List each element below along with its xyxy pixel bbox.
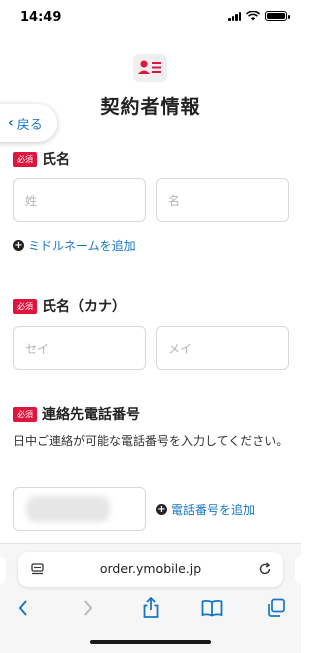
first-name-kana-field[interactable]: メイ — [156, 326, 289, 370]
battery-icon — [265, 11, 290, 21]
tabs-icon[interactable] — [264, 596, 288, 620]
reload-icon[interactable] — [258, 562, 272, 576]
address-bar[interactable]: order.ymobile.jp — [18, 552, 283, 587]
first-name-field[interactable]: 名 — [156, 178, 289, 222]
back-button-label: 戻る — [16, 117, 43, 133]
status-time: 14:49 — [20, 10, 62, 25]
last-name-kana-placeholder: セイ — [25, 341, 50, 356]
bookmarks-icon[interactable] — [200, 596, 224, 620]
previous-tab-edge[interactable] — [0, 556, 6, 584]
status-bar: 14:49 — [0, 0, 301, 34]
chevron-left-icon: ‹ — [8, 115, 14, 131]
last-name-kana-field[interactable]: セイ — [13, 326, 146, 370]
name-label-row: 必須 氏名 — [13, 149, 70, 169]
back-button[interactable]: ‹ 戻る — [0, 104, 57, 142]
phone-label-row: 必須 連絡先電話番号 — [13, 404, 140, 424]
chevron-left-icon[interactable] — [11, 596, 35, 620]
share-icon[interactable] — [139, 596, 163, 620]
blurred-phone-value — [26, 496, 110, 522]
home-indicator — [90, 640, 211, 644]
add-middle-name-label: ミドルネームを追加 — [28, 239, 136, 253]
first-name-placeholder: 名 — [168, 193, 181, 208]
wifi-icon — [246, 11, 260, 21]
contract-person-icon — [133, 54, 167, 82]
last-name-placeholder: 姓 — [25, 193, 38, 208]
add-phone-link[interactable]: + 電話番号を追加 — [156, 501, 255, 518]
status-icons — [228, 11, 290, 21]
phone-label: 連絡先電話番号 — [42, 407, 140, 423]
next-tab-edge[interactable] — [295, 556, 307, 584]
name-label: 氏名 — [42, 152, 70, 168]
required-badge: 必須 — [13, 406, 37, 422]
phone-help-text: 日中ご連絡が可能な電話番号を入力してください。 — [13, 434, 289, 448]
kana-label-row: 必須 氏名（カナ） — [13, 296, 126, 316]
plus-circle-icon: + — [156, 504, 167, 515]
kana-label: 氏名（カナ） — [42, 299, 126, 315]
browser-toolbar — [0, 596, 301, 620]
url-text: order.ymobile.jp — [99, 561, 202, 576]
cellular-signal-icon — [228, 11, 241, 21]
plus-circle-icon: + — [13, 240, 24, 251]
browser-bar: order.ymobile.jp — [0, 543, 307, 653]
last-name-field[interactable]: 姓 — [13, 178, 146, 222]
add-middle-name-link[interactable]: + ミドルネームを追加 — [13, 237, 136, 254]
required-badge: 必須 — [13, 151, 37, 167]
add-phone-label: 電話番号を追加 — [171, 503, 256, 517]
required-badge: 必須 — [13, 298, 37, 314]
first-name-kana-placeholder: メイ — [168, 341, 193, 356]
chevron-right-icon[interactable] — [76, 596, 100, 620]
